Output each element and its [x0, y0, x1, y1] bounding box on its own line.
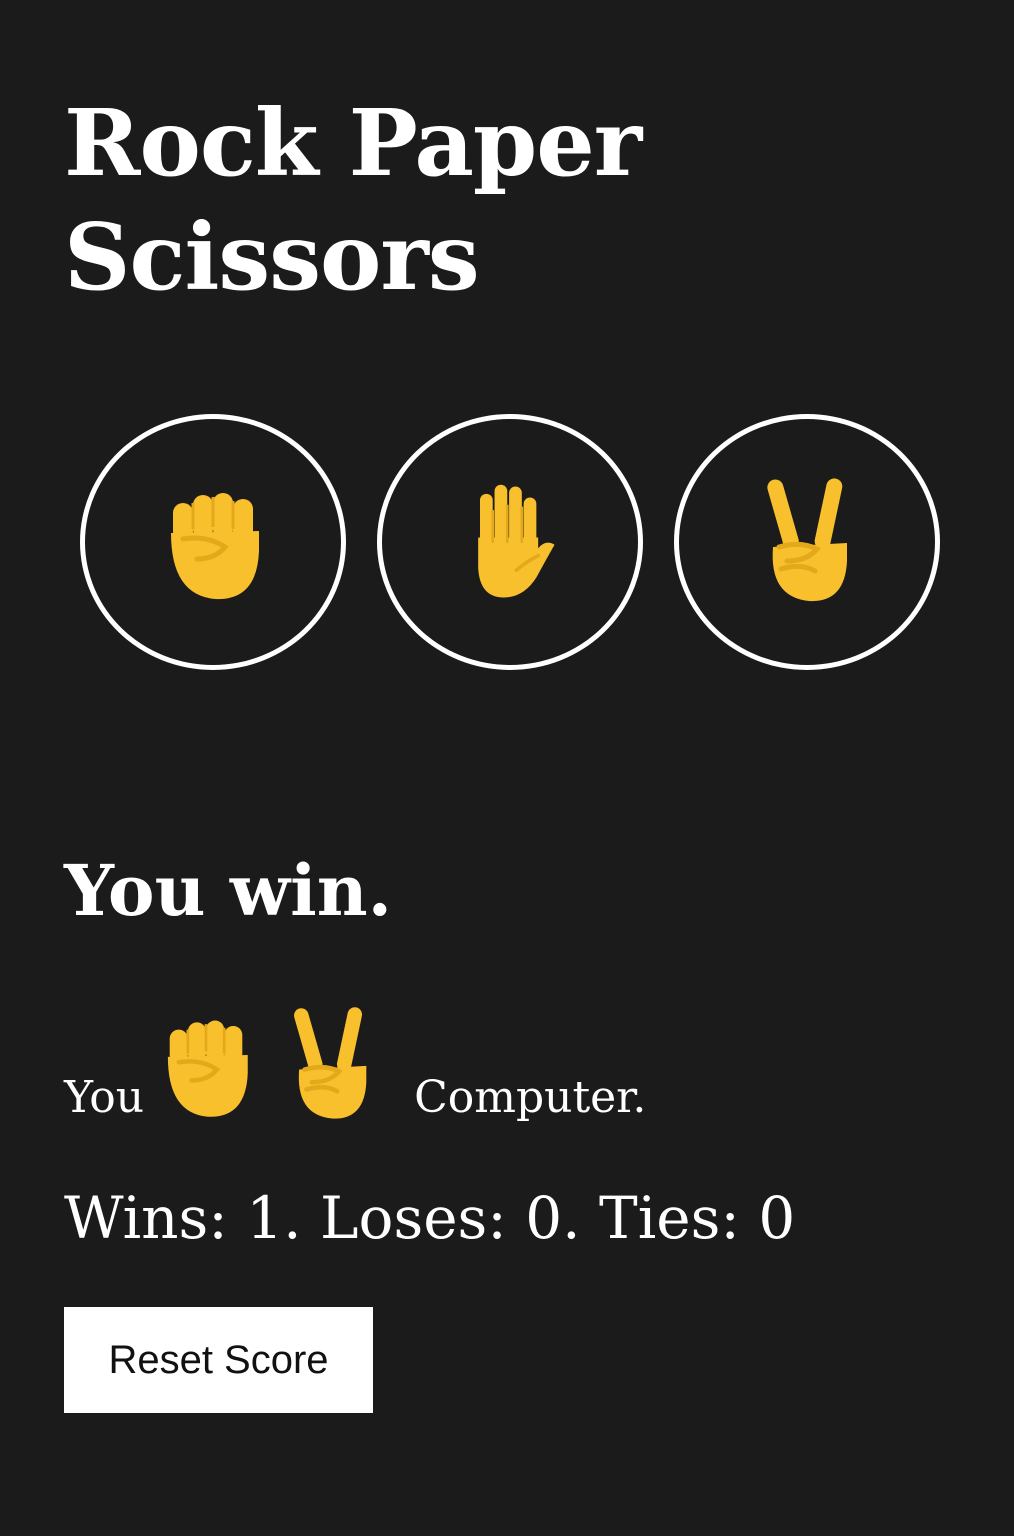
choice-buttons [80, 414, 940, 670]
computer-label: Computer. [414, 1072, 647, 1123]
reset-score-button[interactable]: Reset Score [64, 1307, 373, 1413]
you-label: You [64, 1072, 145, 1123]
player-move-raised-fist-icon [158, 1006, 254, 1124]
victory-hand-icon [757, 477, 857, 607]
page-title: Rock Paper Scissors [64, 89, 642, 311]
paper-button[interactable] [377, 414, 643, 670]
moves-summary: You Computer. [64, 1000, 646, 1130]
score-text: Wins: 1. Loses: 0. Ties: 0 [64, 1184, 796, 1252]
result-message: You win. [64, 849, 392, 932]
scissors-button[interactable] [674, 414, 940, 670]
computer-move-victory-hand-icon [282, 1006, 378, 1124]
rock-button[interactable] [80, 414, 346, 670]
raised-fist-icon [163, 477, 263, 607]
raised-hand-icon [476, 482, 557, 600]
